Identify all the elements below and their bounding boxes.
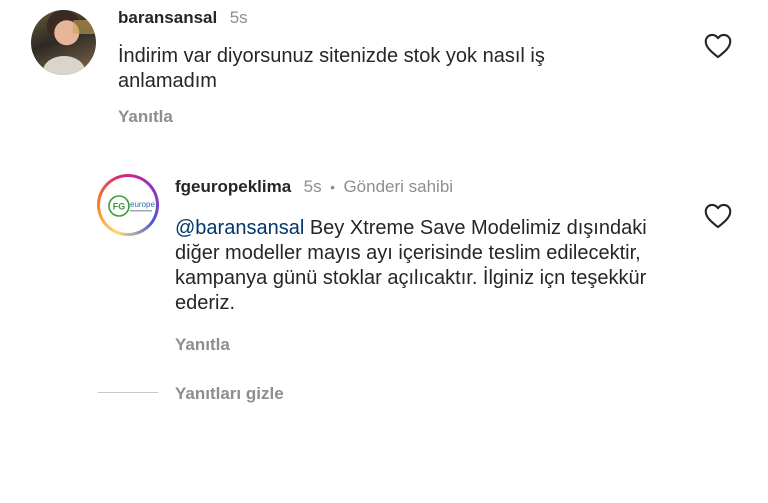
comment-header: fgeuropeklima 5s • Gönderi sahibi xyxy=(175,177,453,197)
heart-icon[interactable] xyxy=(704,33,732,59)
avatar-shirt xyxy=(43,56,85,75)
author-badge: Gönderi sahibi xyxy=(343,177,454,196)
logo-europe-text: europe xyxy=(130,200,155,209)
avatar-story-ring[interactable]: FG europe xyxy=(97,174,159,236)
divider-line xyxy=(98,392,158,393)
heart-icon[interactable] xyxy=(704,203,732,229)
logo-fg-text: FG xyxy=(113,202,126,212)
comment-text: @baransansal Bey Xtreme Save Modelimiz d… xyxy=(175,216,655,316)
comment-header: baransansal 5s xyxy=(118,8,248,28)
username[interactable]: fgeuropeklima xyxy=(175,177,291,196)
avatar[interactable] xyxy=(31,10,96,75)
reply-button[interactable]: Yanıtla xyxy=(175,335,230,355)
mention-link[interactable]: @baransansal xyxy=(175,217,304,239)
hide-replies-button[interactable]: Yanıtları gizle xyxy=(175,384,284,404)
timestamp: 5s xyxy=(229,8,248,27)
avatar-background-sign xyxy=(73,20,95,34)
reply-button[interactable]: Yanıtla xyxy=(118,107,173,127)
separator-dot: • xyxy=(330,179,335,195)
timestamp: 5s xyxy=(303,177,322,196)
avatar: FG europe xyxy=(100,177,156,233)
comment-text: İndirim var diyorsunuz sitenizde stok yo… xyxy=(118,45,545,92)
fg-europe-logo: FG europe xyxy=(108,195,155,217)
username[interactable]: baransansal xyxy=(118,8,217,27)
